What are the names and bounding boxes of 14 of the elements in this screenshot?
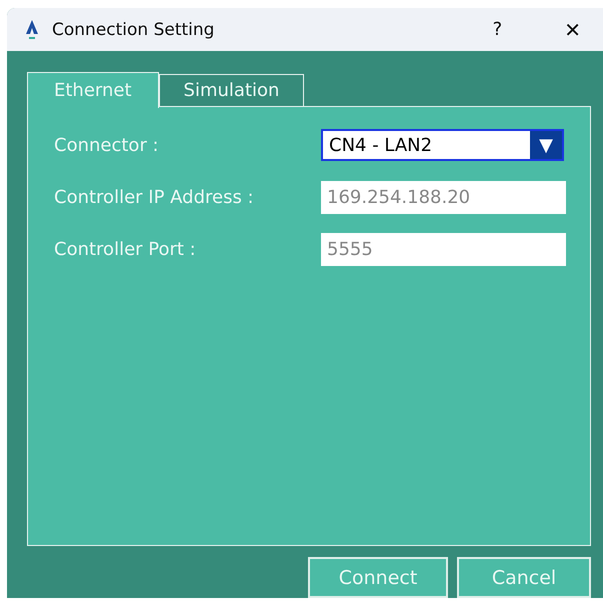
input-field[interactable]: 5555 bbox=[321, 232, 566, 266]
dialog-button[interactable]: Cancel bbox=[457, 557, 591, 598]
help-button[interactable]: ? bbox=[492, 19, 502, 40]
tab[interactable]: Simulation bbox=[158, 74, 304, 106]
field-label: Controller IP Address : bbox=[54, 186, 255, 208]
connector-dropdown[interactable]: CN4 - LAN2 ▼ bbox=[321, 129, 564, 161]
field-label: Controller Port : bbox=[54, 238, 197, 260]
input-field[interactable]: 169.254.188.20 bbox=[321, 180, 566, 214]
close-button[interactable]: ✕ bbox=[564, 18, 581, 42]
field-label: Connector : bbox=[54, 134, 160, 156]
dialog-button[interactable]: Connect bbox=[308, 557, 448, 598]
tab[interactable]: Ethernet bbox=[27, 72, 159, 108]
app-logo-icon bbox=[24, 20, 40, 40]
window-title: Connection Setting bbox=[52, 20, 216, 40]
